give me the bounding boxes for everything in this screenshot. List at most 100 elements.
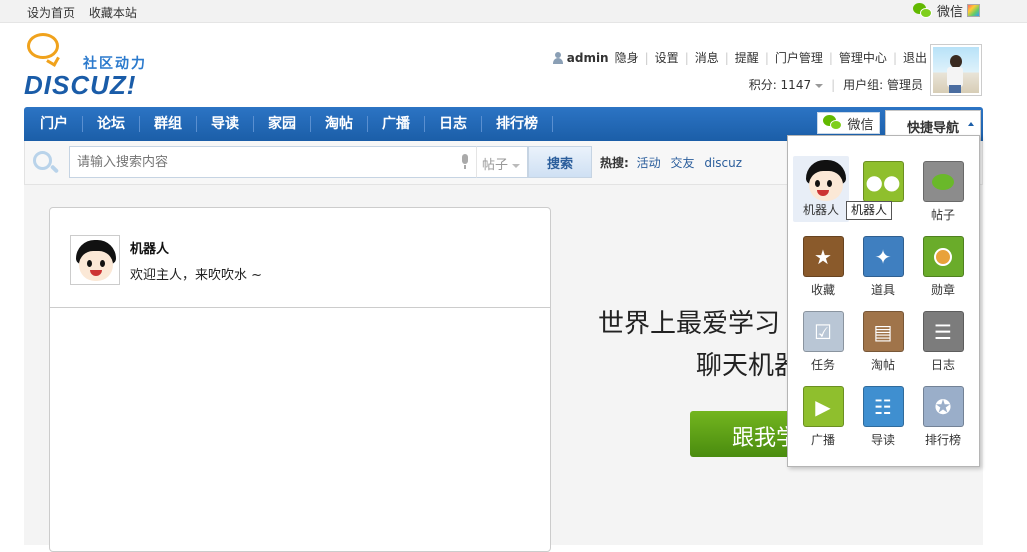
search-icon <box>33 151 61 175</box>
points-dropdown[interactable]: 积分: 1147 <box>748 76 824 93</box>
quick-nav-label: 快捷导航 <box>906 120 959 136</box>
hot-search-label: 热搜: <box>600 156 629 170</box>
top-links: 设为首页 收藏本站 <box>27 4 147 21</box>
nav-item-groups[interactable]: 群组 <box>140 116 197 132</box>
nav-item-collections[interactable]: 淘帖 <box>311 116 368 132</box>
quick-item-label: 广播 <box>810 433 835 447</box>
quick-item-collections[interactable]: ▤ 淘帖 <box>855 311 911 373</box>
wechat-icon <box>823 115 843 131</box>
hero-subtitle: 聊天机器 <box>696 351 788 381</box>
logo-brand: DISCUZ! <box>24 70 137 100</box>
user-icon <box>552 51 564 64</box>
quick-item-props[interactable]: ✦ 道具 <box>855 236 911 298</box>
nav-item-forum[interactable]: 论坛 <box>83 116 140 132</box>
quick-item-label: 导读 <box>870 433 895 447</box>
reader-icon: ☷ <box>862 386 904 427</box>
quick-item-label: 淘帖 <box>870 358 895 372</box>
megaphone-icon: ▶ <box>802 386 844 427</box>
settings-link[interactable]: 设置 <box>655 49 679 66</box>
quick-item-label: 排行榜 <box>924 433 961 447</box>
user-links: admin 隐身 | 设置 | 消息 | 提醒 | 门户管理 | 管理中心 | … <box>552 49 927 66</box>
bookmark-site-link[interactable]: 收藏本站 <box>89 6 137 20</box>
chevron-down-icon <box>815 83 824 88</box>
separator: | <box>644 50 649 65</box>
avatar-photo <box>933 47 979 93</box>
portal-admin-link[interactable]: 门户管理 <box>775 49 823 66</box>
search-input[interactable] <box>69 146 501 178</box>
separator: | <box>724 50 729 65</box>
separator: | <box>764 50 769 65</box>
wechat-icon <box>912 2 933 19</box>
quick-item-ranking[interactable]: ✪ 排行榜 <box>915 386 971 448</box>
quick-item-label: 日志 <box>930 358 955 372</box>
quick-item-group[interactable]: ●● <box>855 161 911 206</box>
separator: | <box>831 77 836 92</box>
inbox-icon: ▤ <box>862 311 904 352</box>
hot-search-link[interactable]: 交友 <box>670 156 694 170</box>
robot-tooltip: 机器人 <box>846 201 893 220</box>
robot-face-icon <box>71 236 119 284</box>
quick-item-label: 道具 <box>870 283 895 297</box>
chat-header: 机器人 欢迎主人，来吹吹水 ~ <box>50 208 550 308</box>
search-type-select[interactable]: 帖子 <box>476 146 528 178</box>
chevron-down-icon <box>512 163 521 168</box>
quick-item-label: 机器人 <box>802 203 839 217</box>
nav-item-ranking[interactable]: 排行榜 <box>482 116 553 132</box>
hot-search-link[interactable]: discuz <box>704 156 742 170</box>
nav-item-guide[interactable]: 导读 <box>197 116 254 132</box>
user-stats: 积分: 1147 | 用户组: 管理员 <box>749 76 923 93</box>
hot-searches: 热搜: 活动 交友 discuz <box>600 154 748 171</box>
ranking-icon: ✪ <box>922 386 964 427</box>
star-icon: ★ <box>802 236 844 277</box>
chat-window: 机器人 欢迎主人，来吹吹水 ~ <box>49 207 551 552</box>
invisible-toggle[interactable]: 隐身 <box>615 49 639 66</box>
robot-greeting: 欢迎主人，来吹吹水 ~ <box>130 268 263 283</box>
quick-item-robot[interactable]: 机器人 <box>793 156 849 222</box>
nav-item-home[interactable]: 家园 <box>254 116 311 132</box>
separator: | <box>892 50 897 65</box>
nav-item-broadcast[interactable]: 广播 <box>368 116 425 132</box>
quick-item-favorites[interactable]: ★ 收藏 <box>795 236 851 298</box>
quick-item-medals[interactable]: 勋章 <box>915 236 971 298</box>
post-icon <box>922 161 964 202</box>
robot-icon <box>801 156 846 201</box>
quick-item-journal[interactable]: ☰ 日志 <box>915 311 971 373</box>
nav-item-blog[interactable]: 日志 <box>425 116 482 132</box>
site-logo[interactable]: 社区动力 DISCUZ! <box>24 33 164 103</box>
quick-item-label: 勋章 <box>930 283 955 297</box>
quick-item-tasks[interactable]: ☑ 任务 <box>795 311 851 373</box>
caret-up-icon <box>968 122 974 126</box>
magic-wand-icon: ✦ <box>862 236 904 277</box>
messages-link[interactable]: 消息 <box>695 49 719 66</box>
quick-item-posts[interactable]: 帖子 <box>915 161 971 223</box>
set-homepage-link[interactable]: 设为首页 <box>27 6 75 20</box>
quick-nav-panel: 机器人 ●● 帖子 ★ 收藏 ✦ 道具 勋章 ☑ 任务 ▤ 淘帖 ☰ 日志 ▶ … <box>787 135 980 467</box>
wechat-top-label: 微信 <box>936 5 963 20</box>
group-icon: ●● <box>862 161 904 202</box>
quick-item-label: 帖子 <box>930 208 955 222</box>
username-link[interactable]: admin <box>567 51 609 65</box>
quick-item-label: 任务 <box>810 358 835 372</box>
wechat-nav-label: 微信 <box>847 117 874 133</box>
learn-button[interactable]: 跟我学 <box>690 411 788 457</box>
user-group-link[interactable]: 用户组: 管理员 <box>843 76 923 93</box>
search-button[interactable]: 搜索 <box>528 146 592 178</box>
hot-search-link[interactable]: 活动 <box>637 156 661 170</box>
hero-title: 世界上最爱学习 <box>598 309 781 339</box>
quick-item-guide[interactable]: ☷ 导读 <box>855 386 911 448</box>
admin-center-link[interactable]: 管理中心 <box>839 49 887 66</box>
logout-link[interactable]: 退出 <box>903 49 927 66</box>
journal-icon: ☰ <box>922 311 964 352</box>
microphone-icon[interactable] <box>460 154 470 170</box>
separator: | <box>684 50 689 65</box>
points-label: 积分: 1147 <box>748 78 812 92</box>
quick-item-broadcast[interactable]: ▶ 广播 <box>795 386 851 448</box>
reminders-link[interactable]: 提醒 <box>735 49 759 66</box>
task-icon: ☑ <box>802 311 844 352</box>
top-utility-bar: 设为首页 收藏本站 微信 <box>0 0 1027 23</box>
style-switch-icon[interactable] <box>967 4 980 17</box>
user-avatar[interactable] <box>930 44 982 96</box>
wechat-top-link[interactable]: 微信 <box>912 1 963 20</box>
nav-item-portal[interactable]: 门户 <box>26 116 83 132</box>
wechat-nav-button[interactable]: 微信 <box>817 112 880 134</box>
